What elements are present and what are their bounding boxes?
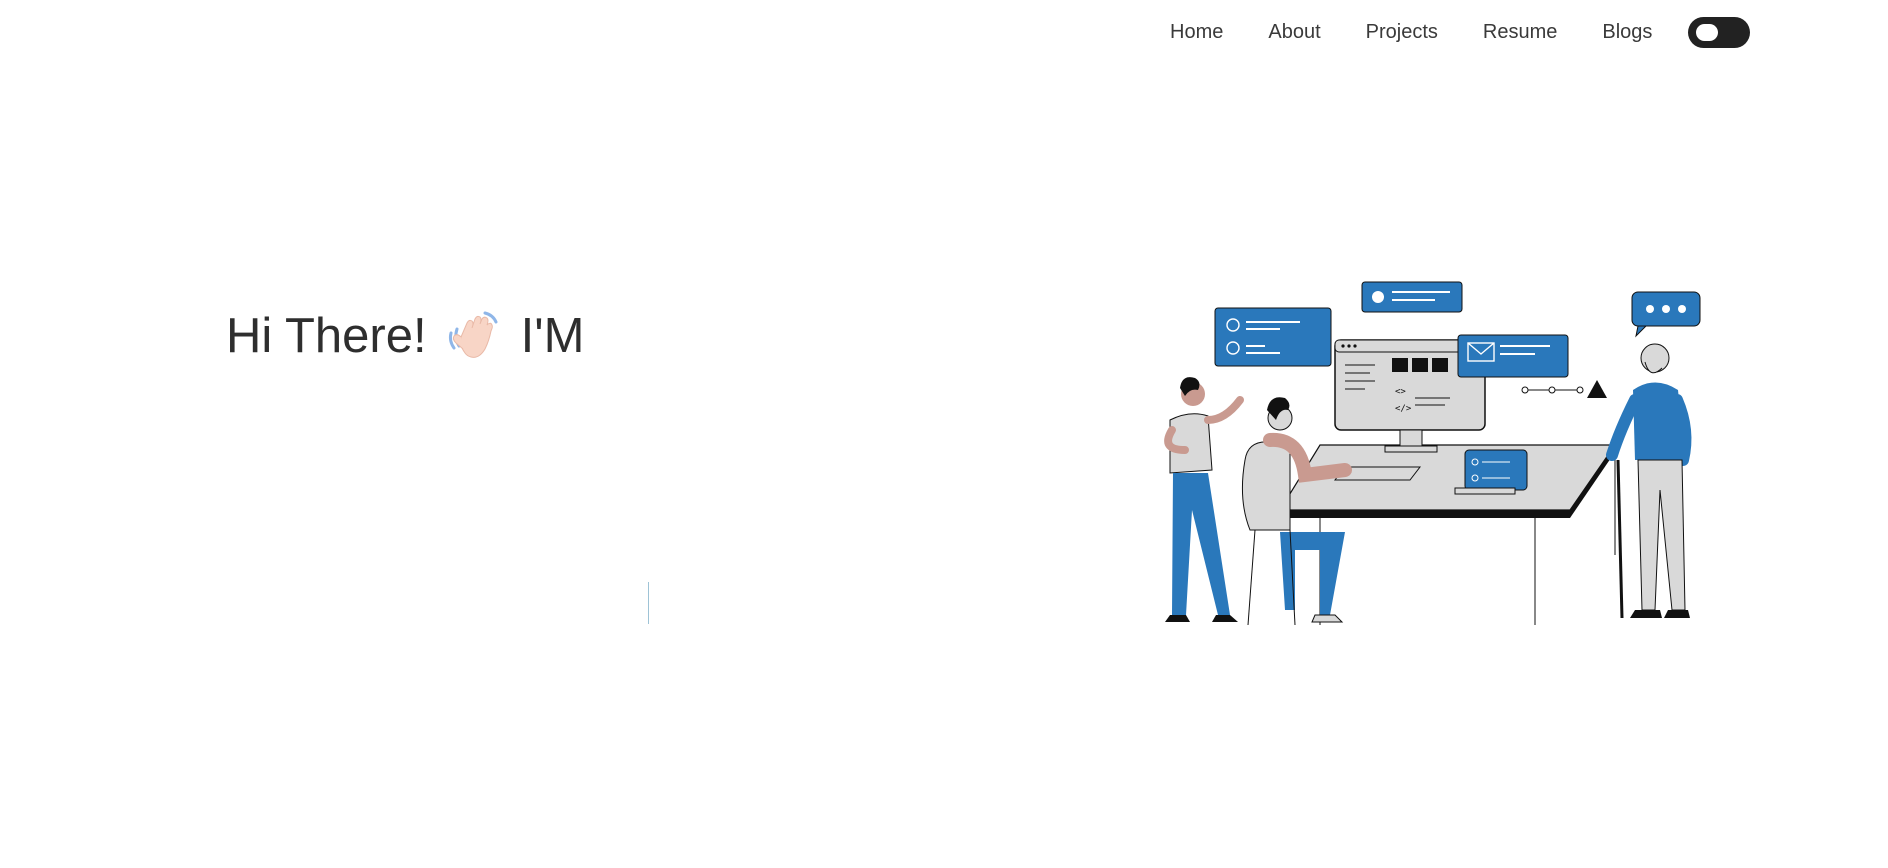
svg-text:</>: </> (1395, 404, 1412, 414)
theme-toggle-button[interactable] (1688, 16, 1751, 48)
developers-at-computer-illustration: <> </> (1130, 270, 1730, 630)
greeting-suffix: I'M (520, 309, 585, 363)
svg-text:<>: <> (1395, 387, 1406, 397)
typewriter-cursor (648, 582, 649, 624)
nav-blogs-link[interactable]: Blogs (1602, 14, 1652, 50)
nav-projects-link[interactable]: Projects (1366, 14, 1438, 50)
hero-greeting: Hi There! I'M (226, 306, 584, 366)
waving-hand-icon (445, 307, 503, 365)
nav-resume-link[interactable]: Resume (1483, 14, 1557, 50)
nav-home-link[interactable]: Home (1170, 14, 1223, 50)
page: Home About Projects Resume Blogs Hi Ther… (0, 0, 1888, 868)
nav-about-link[interactable]: About (1268, 14, 1320, 50)
top-navbar: Home About Projects Resume Blogs (1170, 14, 1751, 50)
toggle-switch-icon (1696, 23, 1719, 41)
greeting-prefix: Hi There! (226, 309, 427, 363)
